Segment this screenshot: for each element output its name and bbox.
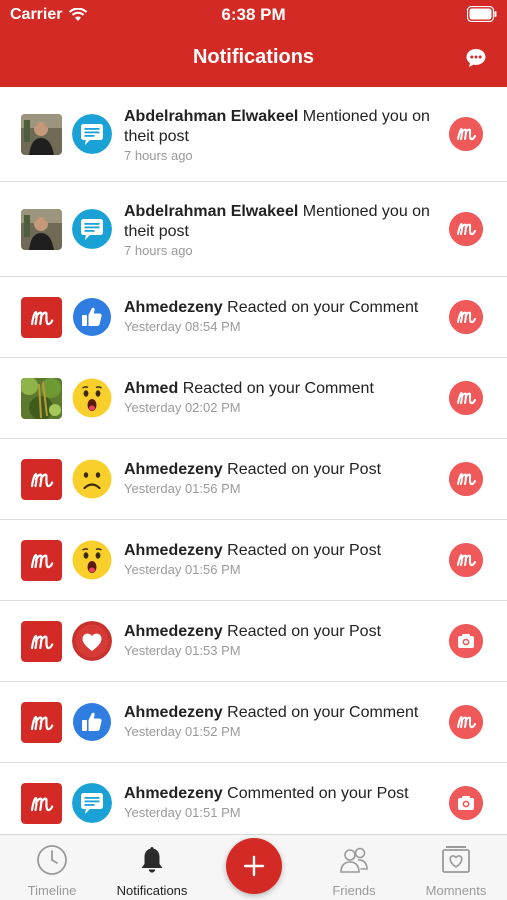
notification-text: Abdelrahman Elwakeel Mentioned you on th… [124, 202, 434, 258]
moments-logo-icon[interactable] [449, 705, 483, 739]
tab-friends[interactable]: Friends [306, 835, 402, 900]
sad-emoji-icon [72, 459, 112, 499]
action-text: Reacted on your Post [227, 542, 382, 559]
avatar[interactable] [21, 209, 62, 250]
notification-text: Ahmedezeny Reacted on your Comment Yeste… [124, 298, 434, 334]
timestamp: Yesterday 08:54 PM [124, 319, 241, 334]
app-logo-avatar[interactable] [21, 459, 62, 500]
tab-label: Momnents [425, 883, 487, 898]
tab-timeline[interactable]: Timeline [8, 835, 96, 900]
tab-label: Timeline [27, 883, 77, 898]
list-item[interactable]: Ahmedezeny Reacted on your Post Yesterda… [0, 601, 507, 682]
tab-notifications[interactable]: Notifications [102, 835, 202, 900]
timestamp: Yesterday 01:51 PM [124, 805, 241, 820]
actor-name: Ahmedezeny [124, 623, 223, 640]
like-icon [73, 703, 111, 741]
moments-logo-icon[interactable] [449, 212, 483, 246]
avatar[interactable] [21, 378, 62, 419]
comment-icon [72, 114, 112, 154]
actor-name: Ahmedezeny [124, 299, 223, 316]
list-item[interactable]: Ahmedezeny Commented on your Post Yester… [0, 763, 507, 834]
notification-text: Ahmedezeny Reacted on your Post Yesterda… [124, 541, 434, 577]
add-post-button[interactable] [226, 838, 282, 894]
app-logo-avatar[interactable] [21, 621, 62, 662]
list-item[interactable]: Ahmed Reacted on your Comment Yesterday … [0, 358, 507, 439]
notification-text: Ahmedezeny Reacted on your Post Yesterda… [124, 460, 434, 496]
notification-text: Ahmedezeny Reacted on your Comment Yeste… [124, 703, 434, 739]
status-bar: Carrier 6:38 PM [0, 0, 507, 30]
moments-logo-icon[interactable] [449, 462, 483, 496]
actor-name: Ahmedezeny [124, 461, 223, 478]
actor-name: Ahmedezeny [124, 785, 223, 802]
notification-list[interactable]: Abdelrahman Elwakeel Mentioned you on th… [0, 87, 507, 834]
status-time: 6:38 PM [221, 5, 286, 24]
action-text: Reacted on your Comment [227, 704, 419, 721]
timestamp: Yesterday 02:02 PM [124, 400, 241, 415]
clock-icon [37, 845, 67, 875]
timestamp: 7 hours ago [124, 148, 193, 163]
tab-moments[interactable]: Momnents [410, 835, 502, 900]
notification-text: Abdelrahman Elwakeel Mentioned you on th… [124, 107, 434, 163]
header-bar: Carrier 6:38 PM Notifications [0, 0, 507, 87]
app-logo-avatar[interactable] [21, 783, 62, 824]
timestamp: Yesterday 01:52 PM [124, 724, 241, 739]
moments-logo-icon[interactable] [449, 381, 483, 415]
actor-name: Ahmed [124, 380, 179, 397]
timestamp: Yesterday 01:56 PM [124, 481, 241, 496]
list-item[interactable]: Abdelrahman Elwakeel Mentioned you on th… [0, 182, 507, 277]
list-item[interactable]: Ahmedezeny Reacted on your Comment Yeste… [0, 682, 507, 763]
wow-emoji-icon [72, 378, 112, 418]
actor-name: Ahmedezeny [124, 542, 223, 559]
photo-album-icon [442, 846, 470, 873]
list-item[interactable]: Ahmedezeny Reacted on your Post Yesterda… [0, 520, 507, 601]
camera-icon[interactable] [449, 624, 483, 658]
timestamp: Yesterday 01:53 PM [124, 643, 241, 658]
actor-name: Ahmedezeny [124, 704, 223, 721]
action-text: Reacted on your Post [227, 461, 382, 478]
camera-icon[interactable] [449, 786, 483, 820]
friends-icon [340, 847, 368, 873]
page-title: Notifications [192, 46, 315, 68]
list-item[interactable]: Ahmedezeny Reacted on your Comment Yeste… [0, 277, 507, 358]
list-item[interactable]: Ahmedezeny Reacted on your Post Yesterda… [0, 439, 507, 520]
actor-name: Abdelrahman Elwakeel [124, 203, 299, 220]
plus-icon [243, 855, 265, 877]
chat-bubble-icon[interactable] [465, 47, 487, 69]
tab-label: Friends [332, 883, 376, 898]
timestamp: 7 hours ago [124, 243, 193, 258]
app-logo-avatar[interactable] [21, 540, 62, 581]
list-item[interactable]: Abdelrahman Elwakeel Mentioned you on th… [0, 87, 507, 182]
moments-logo-icon[interactable] [449, 117, 483, 151]
battery-icon [467, 6, 497, 22]
comment-icon [72, 783, 112, 823]
moments-logo-icon[interactable] [449, 543, 483, 577]
action-text: Reacted on your Comment [182, 380, 374, 397]
tab-label: Notifications [116, 883, 188, 898]
moments-logo-icon[interactable] [449, 300, 483, 334]
app-logo-avatar[interactable] [21, 297, 62, 338]
timestamp: Yesterday 01:56 PM [124, 562, 241, 577]
action-text: Reacted on your Comment [227, 299, 419, 316]
app-logo-avatar[interactable] [21, 702, 62, 743]
actor-name: Abdelrahman Elwakeel [124, 108, 299, 125]
notification-text: Ahmed Reacted on your Comment Yesterday … [124, 379, 434, 415]
wow-emoji-icon [72, 540, 112, 580]
comment-icon [72, 209, 112, 249]
avatar[interactable] [21, 114, 62, 155]
like-icon [73, 298, 111, 336]
bell-icon [141, 847, 163, 873]
notification-text: Ahmedezeny Reacted on your Post Yesterda… [124, 622, 434, 658]
action-text: Reacted on your Post [227, 623, 382, 640]
heart-icon [72, 621, 112, 661]
notification-text: Ahmedezeny Commented on your Post Yester… [124, 784, 434, 820]
action-text: Commented on your Post [227, 785, 409, 802]
